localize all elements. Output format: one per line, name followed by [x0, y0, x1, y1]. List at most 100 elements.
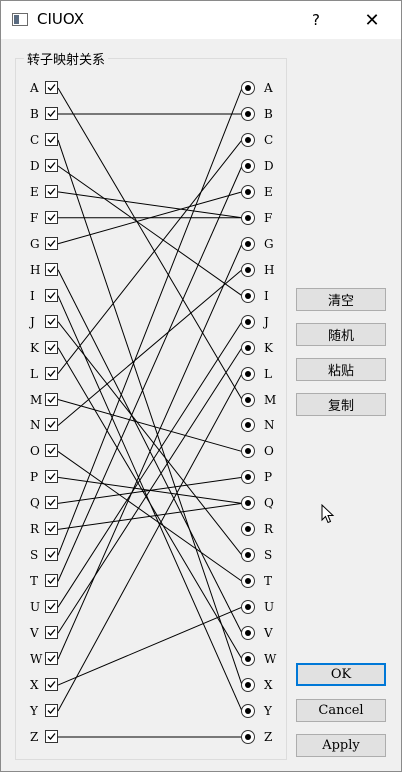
left-letter-label: F [30, 210, 39, 225]
checkmark-icon [47, 187, 56, 195]
left-letter-label: C [30, 132, 40, 147]
right-letter-label: L [264, 366, 272, 381]
letter-checkbox[interactable] [45, 444, 58, 458]
target-radio[interactable] [241, 730, 255, 744]
mapping-wire [57, 139, 243, 686]
target-radio[interactable] [241, 262, 255, 277]
letter-checkbox[interactable] [45, 340, 58, 354]
right-letter-label: U [264, 600, 275, 615]
ok-button[interactable]: OK [296, 663, 386, 686]
right-letter-label: T [264, 574, 273, 589]
letter-checkbox[interactable] [45, 704, 58, 718]
right-letter-label: K [264, 340, 273, 355]
letter-checkbox[interactable] [45, 678, 58, 692]
checkmark-icon [47, 577, 56, 585]
mapping-wire [57, 321, 243, 608]
mapping-wire [57, 606, 243, 686]
mapping-wires [57, 87, 243, 738]
left-letter-label: G [30, 236, 40, 251]
left-letter-label: V [30, 626, 39, 641]
letter-checkbox[interactable] [45, 210, 58, 224]
letter-checkbox[interactable] [45, 548, 58, 562]
letter-checkbox[interactable] [45, 184, 58, 198]
letter-checkbox[interactable] [45, 574, 58, 588]
letter-checkbox[interactable] [45, 600, 58, 614]
letter-checkbox[interactable] [45, 652, 58, 666]
letter-checkbox[interactable] [45, 626, 58, 640]
target-radio[interactable] [241, 210, 255, 225]
checkmark-icon [47, 343, 56, 351]
target-radio[interactable] [241, 340, 255, 355]
letter-checkbox[interactable] [45, 236, 58, 250]
letter-checkbox[interactable] [45, 132, 58, 146]
left-letter-label: A [30, 81, 39, 95]
letter-checkbox[interactable] [45, 106, 58, 120]
letter-checkbox[interactable] [45, 366, 58, 380]
right-letter-label: H [264, 262, 275, 277]
letter-checkbox[interactable] [45, 81, 58, 94]
letter-checkbox[interactable] [45, 730, 58, 743]
mapping-wire [57, 347, 243, 660]
right-letter-label: N [264, 418, 275, 433]
target-radio[interactable] [241, 81, 255, 95]
right-letter-label: X [264, 678, 273, 693]
checkmark-icon [47, 135, 56, 143]
checkmark-icon [47, 265, 56, 273]
checkmark-icon [47, 317, 56, 325]
right-letter-label: E [264, 184, 273, 199]
letter-checkbox[interactable] [45, 158, 58, 172]
target-radio[interactable] [241, 288, 255, 303]
right-letter-label: W [264, 652, 277, 667]
right-letter-label: M [264, 392, 277, 407]
left-letter-label: Y [30, 704, 38, 719]
left-letter-label: H [30, 262, 41, 277]
letter-checkbox[interactable] [45, 522, 58, 536]
letter-checkbox[interactable] [45, 288, 58, 302]
left-letter-label: P [30, 470, 39, 485]
checkmark-icon [47, 395, 56, 403]
right-letter-label: O [264, 444, 274, 459]
letter-checkbox[interactable] [45, 418, 58, 432]
left-letter-label: K [30, 340, 39, 355]
left-letter-label: M [30, 392, 43, 407]
target-radio[interactable] [241, 106, 255, 121]
mapping-wire [57, 87, 243, 400]
target-radio[interactable] [241, 184, 255, 199]
copy-button[interactable]: 复制 [296, 393, 386, 416]
target-radio[interactable] [241, 158, 255, 173]
target-radio[interactable] [241, 314, 255, 329]
mapping-wire [57, 399, 243, 452]
apply-button[interactable]: Apply [296, 734, 386, 757]
target-radio[interactable] [241, 704, 255, 719]
left-letter-label: S [30, 548, 39, 563]
mapping-wire [57, 165, 243, 582]
letter-checkbox[interactable] [45, 262, 58, 276]
target-radio[interactable] [241, 392, 255, 407]
target-radio[interactable] [241, 678, 255, 693]
paste-button[interactable]: 粘贴 [296, 358, 386, 381]
checkmark-icon [47, 525, 56, 533]
left-letter-label: X [30, 678, 39, 693]
target-radio[interactable] [241, 132, 255, 147]
checkmark-icon [47, 473, 56, 481]
mapping-wire [57, 165, 243, 297]
cancel-button[interactable]: Cancel [296, 699, 386, 722]
letter-checkbox[interactable] [45, 496, 58, 510]
mapping-wire [57, 373, 243, 712]
checkmark-icon [47, 629, 56, 637]
checkmark-icon [47, 110, 56, 117]
random-button[interactable]: 随机 [296, 323, 386, 346]
target-radio[interactable] [241, 652, 255, 667]
left-letter-label: U [30, 600, 41, 615]
letter-checkbox[interactable] [45, 392, 58, 406]
right-letter-label: A [264, 81, 273, 95]
mapping-wire [57, 347, 243, 634]
letter-checkbox[interactable] [45, 314, 58, 328]
left-letter-label: E [30, 184, 39, 199]
letter-checkbox[interactable] [45, 470, 58, 484]
target-radio[interactable] [241, 366, 255, 381]
checkmark-icon [47, 499, 56, 507]
target-radio[interactable] [241, 236, 255, 251]
clear-button[interactable]: 清空 [296, 288, 386, 311]
checkmark-icon [47, 681, 56, 689]
